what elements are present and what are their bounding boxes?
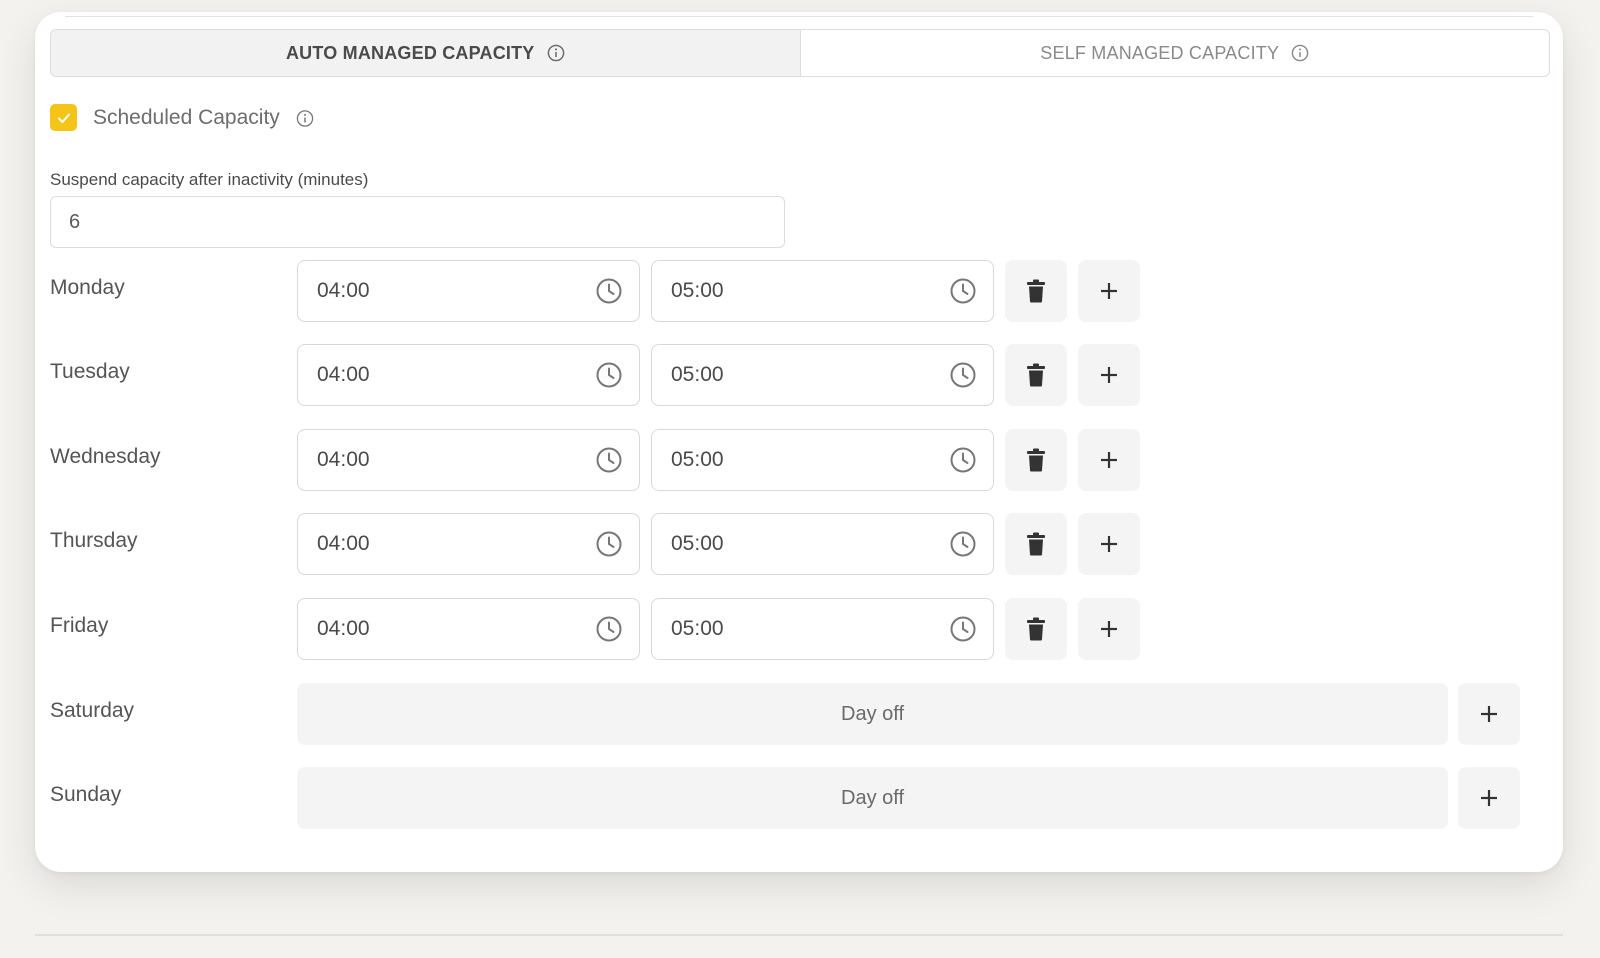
plus-icon [1101,621,1117,637]
clock-icon[interactable] [949,615,977,643]
day-label: Saturday [50,699,135,722]
plus-icon [1101,452,1117,468]
add-slot-button[interactable] [1078,429,1140,491]
tab-label: SELF MANAGED CAPACITY [1040,42,1280,63]
tab-label: AUTO MANAGED CAPACITY [285,42,535,63]
add-slot-button[interactable] [1078,598,1140,660]
add-slot-button[interactable] [1458,767,1520,829]
start-time-field[interactable]: 04:00 [297,429,640,491]
day-label: Thursday [50,529,138,552]
start-time-value: 04:00 [317,532,370,555]
delete-slot-button[interactable] [1005,429,1067,491]
scheduled-capacity-row: Scheduled Capacity [50,104,314,131]
end-time-value: 05:00 [671,617,724,640]
schedule-row-friday: Friday 04:00 05:00 [50,598,1550,660]
day-label: Wednesday [50,445,161,468]
card-divider [65,16,1533,17]
clock-icon[interactable] [595,361,623,389]
page-divider [35,934,1563,936]
end-time-value: 05:00 [671,448,724,471]
trash-icon [1027,279,1045,303]
schedule-row-wednesday: Wednesday 04:00 05:00 [50,429,1550,491]
end-time-field[interactable]: 05:00 [651,260,994,322]
trash-icon [1027,617,1045,641]
end-time-field[interactable]: 05:00 [651,344,994,406]
trash-icon [1027,532,1045,556]
start-time-field[interactable]: 04:00 [297,598,640,660]
check-icon [57,113,70,123]
add-slot-button[interactable] [1078,513,1140,575]
tab-auto-managed-capacity[interactable]: AUTO MANAGED CAPACITY [51,30,801,76]
info-icon[interactable] [296,109,314,127]
suspend-inactivity-label: Suspend capacity after inactivity (minut… [50,170,369,189]
end-time-field[interactable]: 05:00 [651,598,994,660]
end-time-value: 05:00 [671,532,724,555]
start-time-value: 04:00 [317,279,370,302]
clock-icon[interactable] [949,530,977,558]
trash-icon [1027,448,1045,472]
delete-slot-button[interactable] [1005,598,1067,660]
trash-icon [1027,363,1045,387]
info-icon[interactable] [547,44,565,62]
schedule-row-sunday: Sunday Day off [50,767,1550,829]
end-time-value: 05:00 [671,279,724,302]
info-icon[interactable] [1291,44,1309,62]
end-time-field[interactable]: 05:00 [651,513,994,575]
capacity-mode-tabs: AUTO MANAGED CAPACITY SELF MANAGED CAPAC… [50,29,1550,77]
plus-icon [1101,283,1117,299]
day-label: Friday [50,614,109,637]
add-slot-button[interactable] [1078,344,1140,406]
scheduled-capacity-label: Scheduled Capacity [93,105,280,129]
delete-slot-button[interactable] [1005,513,1067,575]
schedule-row-tuesday: Tuesday 04:00 05:00 [50,344,1550,406]
start-time-field[interactable]: 04:00 [297,344,640,406]
start-time-value: 04:00 [317,617,370,640]
delete-slot-button[interactable] [1005,344,1067,406]
add-slot-button[interactable] [1078,260,1140,322]
clock-icon[interactable] [595,446,623,474]
start-time-field[interactable]: 04:00 [297,513,640,575]
start-time-field[interactable]: 04:00 [297,260,640,322]
plus-icon [1481,706,1497,722]
clock-icon[interactable] [949,277,977,305]
day-label: Tuesday [50,360,130,383]
clock-icon[interactable] [595,277,623,305]
suspend-inactivity-input[interactable] [50,196,785,248]
day-off-indicator: Day off [297,767,1448,829]
start-time-value: 04:00 [317,363,370,386]
scheduled-capacity-checkbox[interactable] [50,104,77,131]
plus-icon [1101,367,1117,383]
clock-icon[interactable] [595,530,623,558]
clock-icon[interactable] [595,615,623,643]
schedule-row-saturday: Saturday Day off [50,683,1550,745]
tab-self-managed-capacity[interactable]: SELF MANAGED CAPACITY [801,30,1550,76]
day-label: Sunday [50,783,122,806]
delete-slot-button[interactable] [1005,260,1067,322]
end-time-value: 05:00 [671,363,724,386]
day-off-indicator: Day off [297,683,1448,745]
plus-icon [1481,790,1497,806]
schedule-row-thursday: Thursday 04:00 05:00 [50,513,1550,575]
schedule-row-monday: Monday 04:00 05:00 [50,260,1550,322]
end-time-field[interactable]: 05:00 [651,429,994,491]
start-time-value: 04:00 [317,448,370,471]
day-label: Monday [50,276,125,299]
plus-icon [1101,536,1117,552]
clock-icon[interactable] [949,446,977,474]
clock-icon[interactable] [949,361,977,389]
capacity-settings-card: AUTO MANAGED CAPACITY SELF MANAGED CAPAC… [35,12,1563,872]
add-slot-button[interactable] [1458,683,1520,745]
